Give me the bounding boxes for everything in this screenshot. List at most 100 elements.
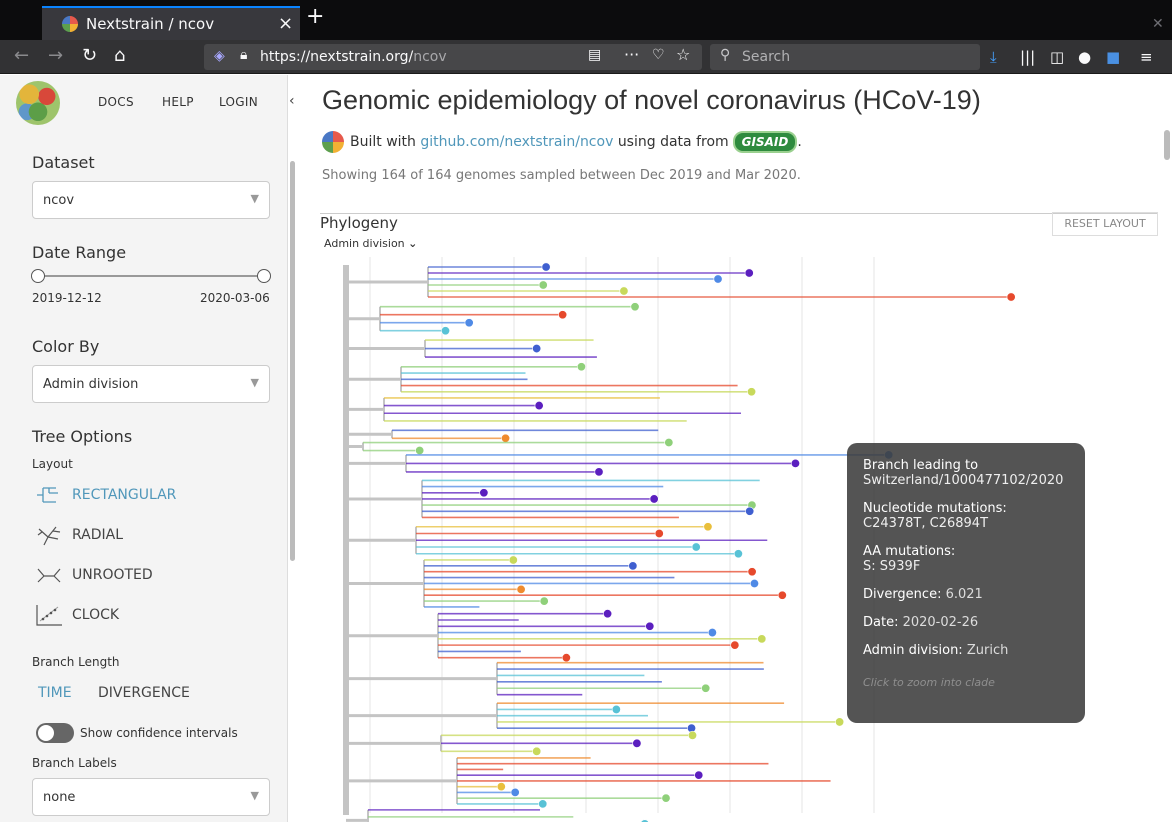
tree-tip-node[interactable]: [603, 609, 613, 619]
tree-tip-node[interactable]: [747, 567, 757, 577]
tree-tip-node[interactable]: [747, 387, 757, 397]
date-start-handle[interactable]: [31, 269, 45, 283]
tree-tip-node[interactable]: [757, 634, 767, 644]
tracking-shield-icon[interactable]: ◈: [214, 48, 225, 64]
tree-tip-node[interactable]: [687, 730, 697, 740]
tree-tip-node[interactable]: [501, 433, 511, 443]
tree-tip-node[interactable]: [790, 458, 800, 468]
search-placeholder: Search: [742, 49, 791, 65]
reload-icon[interactable]: ↻: [82, 45, 97, 66]
new-tab-icon[interactable]: +: [306, 4, 324, 29]
tree-tip-node[interactable]: [649, 494, 659, 504]
tree-tip-node[interactable]: [619, 286, 629, 296]
home-icon[interactable]: ⌂: [114, 45, 125, 66]
reader-view-icon[interactable]: ▤: [588, 47, 601, 63]
tree-tip-node[interactable]: [558, 310, 568, 320]
tree-tip-node[interactable]: [561, 653, 571, 663]
tree-tip-node[interactable]: [749, 578, 759, 588]
tree-tip-node[interactable]: [594, 467, 604, 477]
tree-tip-node[interactable]: [539, 596, 549, 606]
tree-tip-node[interactable]: [630, 302, 640, 312]
back-icon[interactable]: ←: [14, 45, 29, 66]
bookmark-star-icon[interactable]: ☆: [676, 45, 690, 64]
branch-length-time-button[interactable]: TIME: [38, 685, 72, 701]
close-tab-icon[interactable]: ×: [278, 13, 293, 34]
nav-help-link[interactable]: HELP: [162, 95, 194, 109]
extension-icon[interactable]: ●: [1078, 48, 1091, 66]
url-bar[interactable]: ◈ 🔒︎ https://nextstrain.org/ncov ▤ ··· ♡…: [204, 44, 702, 70]
tree-tip-node[interactable]: [611, 704, 621, 714]
tree-tip-node[interactable]: [691, 542, 701, 552]
tree-tip-node[interactable]: [777, 590, 787, 600]
tree-tip-node[interactable]: [733, 549, 743, 559]
built-with-line: Built with github.com/nextstrain/ncov us…: [322, 131, 802, 155]
tree-tip-node[interactable]: [730, 640, 740, 650]
tree-tip-node[interactable]: [645, 621, 655, 631]
tree-tip-node[interactable]: [1006, 292, 1016, 302]
downloads-icon[interactable]: ⤓: [990, 48, 997, 66]
browser-tab[interactable]: Nextstrain / ncov ×: [42, 6, 300, 40]
window-close-icon[interactable]: ✕: [1152, 16, 1164, 32]
url-text[interactable]: https://nextstrain.org/ncov: [260, 49, 447, 65]
nav-docs-link[interactable]: DOCS: [98, 95, 134, 109]
extension-2-icon[interactable]: ■: [1106, 48, 1120, 66]
tooltip-admin-key: Admin division:: [863, 643, 963, 658]
toggle-knob: [38, 725, 54, 741]
branch-labels-select[interactable]: none ▼: [32, 778, 270, 816]
page-scrollbar[interactable]: [1164, 130, 1170, 160]
tree-tip-node[interactable]: [694, 770, 704, 780]
tree-tip-node[interactable]: [538, 799, 548, 809]
tree-tip-node[interactable]: [415, 446, 425, 456]
sidebar-toggle-icon[interactable]: ◫: [1050, 48, 1064, 66]
library-icon[interactable]: |||: [1020, 48, 1035, 66]
lock-icon[interactable]: 🔒︎: [240, 47, 247, 63]
search-bar[interactable]: ⚲ Search: [710, 44, 980, 70]
tree-tip-node[interactable]: [534, 401, 544, 411]
tree-tip-node[interactable]: [516, 584, 526, 594]
tree-tip-node[interactable]: [664, 438, 674, 448]
tree-tip-node[interactable]: [707, 628, 717, 638]
tree-tip-node[interactable]: [576, 362, 586, 372]
tree-tip-node[interactable]: [532, 344, 542, 354]
branch-length-divergence-button[interactable]: DIVERGENCE: [98, 685, 190, 701]
nextstrain-logo[interactable]: [16, 81, 60, 125]
tree-tip-node[interactable]: [496, 782, 506, 792]
tree-tip-node[interactable]: [508, 555, 518, 565]
reset-layout-button[interactable]: RESET LAYOUT: [1052, 212, 1158, 236]
tree-tip-node[interactable]: [628, 561, 638, 571]
tree-tip-node[interactable]: [744, 268, 754, 278]
dataset-select[interactable]: ncov ▼: [32, 181, 270, 219]
tree-tip-node[interactable]: [654, 529, 664, 539]
tree-tip-node[interactable]: [532, 746, 542, 756]
collapse-sidebar-icon[interactable]: ‹: [289, 93, 295, 109]
tree-tip-node[interactable]: [538, 280, 548, 290]
page-actions-icon[interactable]: ···: [624, 45, 639, 64]
tree-tip-node[interactable]: [661, 793, 671, 803]
tooltip-nt-heading: Nucleotide mutations:: [863, 501, 1007, 516]
repo-link[interactable]: github.com/nextstrain/ncov: [420, 134, 613, 150]
menu-icon[interactable]: ≡: [1140, 48, 1153, 66]
color-by-select[interactable]: Admin division ▼: [32, 365, 270, 403]
tree-tip-node[interactable]: [703, 522, 713, 532]
url-host: https://nextstrain.org/: [260, 49, 414, 65]
tree-tip-node[interactable]: [835, 717, 845, 727]
chevron-down-icon: ▼: [250, 789, 259, 802]
date-end-handle[interactable]: [257, 269, 271, 283]
forward-icon[interactable]: →: [48, 45, 63, 66]
nav-login-link[interactable]: LOGIN: [219, 95, 258, 109]
confidence-toggle[interactable]: [36, 723, 74, 743]
tree-tip-node[interactable]: [541, 262, 551, 272]
tooltip-date-value: 2020-02-26: [902, 615, 979, 630]
sidebar-scrollbar[interactable]: [290, 161, 295, 561]
tree-tip-node[interactable]: [745, 506, 755, 516]
date-range-slider[interactable]: [38, 275, 264, 277]
tree-tip-node[interactable]: [464, 318, 474, 328]
tree-tip-node[interactable]: [713, 274, 723, 284]
tree-tip-node[interactable]: [440, 326, 450, 336]
tree-tip-node[interactable]: [479, 488, 489, 498]
tree-tip-node[interactable]: [510, 787, 520, 797]
gisaid-logo[interactable]: GISAID: [732, 131, 798, 153]
tree-tip-node[interactable]: [701, 683, 711, 693]
tree-tip-node[interactable]: [632, 738, 642, 748]
pocket-icon[interactable]: ♡: [652, 47, 665, 63]
